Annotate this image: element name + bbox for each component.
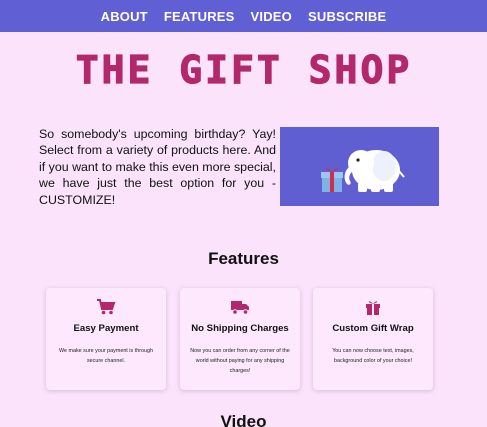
nav-link-video[interactable]: VIDEO — [251, 9, 292, 24]
features-heading: Features — [208, 249, 279, 268]
feature-card-title: Custom Gift Wrap — [332, 323, 414, 334]
gift-icon — [366, 301, 380, 315]
nav-link-about[interactable]: ABOUT — [101, 9, 148, 24]
feature-card-desc: We make sure your payment is through sec… — [59, 348, 153, 364]
feature-card-easy-payment: Easy Payment We make sure your payment i… — [46, 288, 166, 390]
page-title-text: THE GIFT SHOP — [75, 50, 411, 90]
feature-card-custom-wrap: Custom Gift Wrap You can now choose text… — [313, 288, 433, 390]
nav-link-subscribe[interactable]: SUBSCRIBE — [308, 9, 386, 24]
feature-card-title: No Shipping Charges — [191, 323, 289, 334]
page-title-wrap: THE GIFT SHOP — [0, 50, 487, 90]
feature-card-desc: You can now choose text, images, backgro… — [332, 348, 414, 364]
delivery-truck-icon — [231, 301, 249, 315]
video-heading: Video — [220, 412, 267, 427]
intro-paragraph: So somebody's upcoming birthday? Yay! Se… — [39, 127, 276, 207]
nav-link-features[interactable]: FEATURES — [164, 9, 235, 24]
elephant-with-gift-icon — [321, 150, 405, 192]
hero-image — [280, 127, 439, 206]
feature-card-desc: Now you can order from any corner of the… — [190, 348, 290, 374]
page-title: THE GIFT SHOP — [75, 50, 411, 90]
feature-card-no-shipping: No Shipping Charges Now you can order fr… — [180, 288, 300, 390]
top-navbar: ABOUT FEATURES VIDEO SUBSCRIBE — [0, 0, 487, 32]
feature-card-title: Easy Payment — [73, 323, 139, 334]
shopping-cart-icon — [97, 299, 116, 315]
